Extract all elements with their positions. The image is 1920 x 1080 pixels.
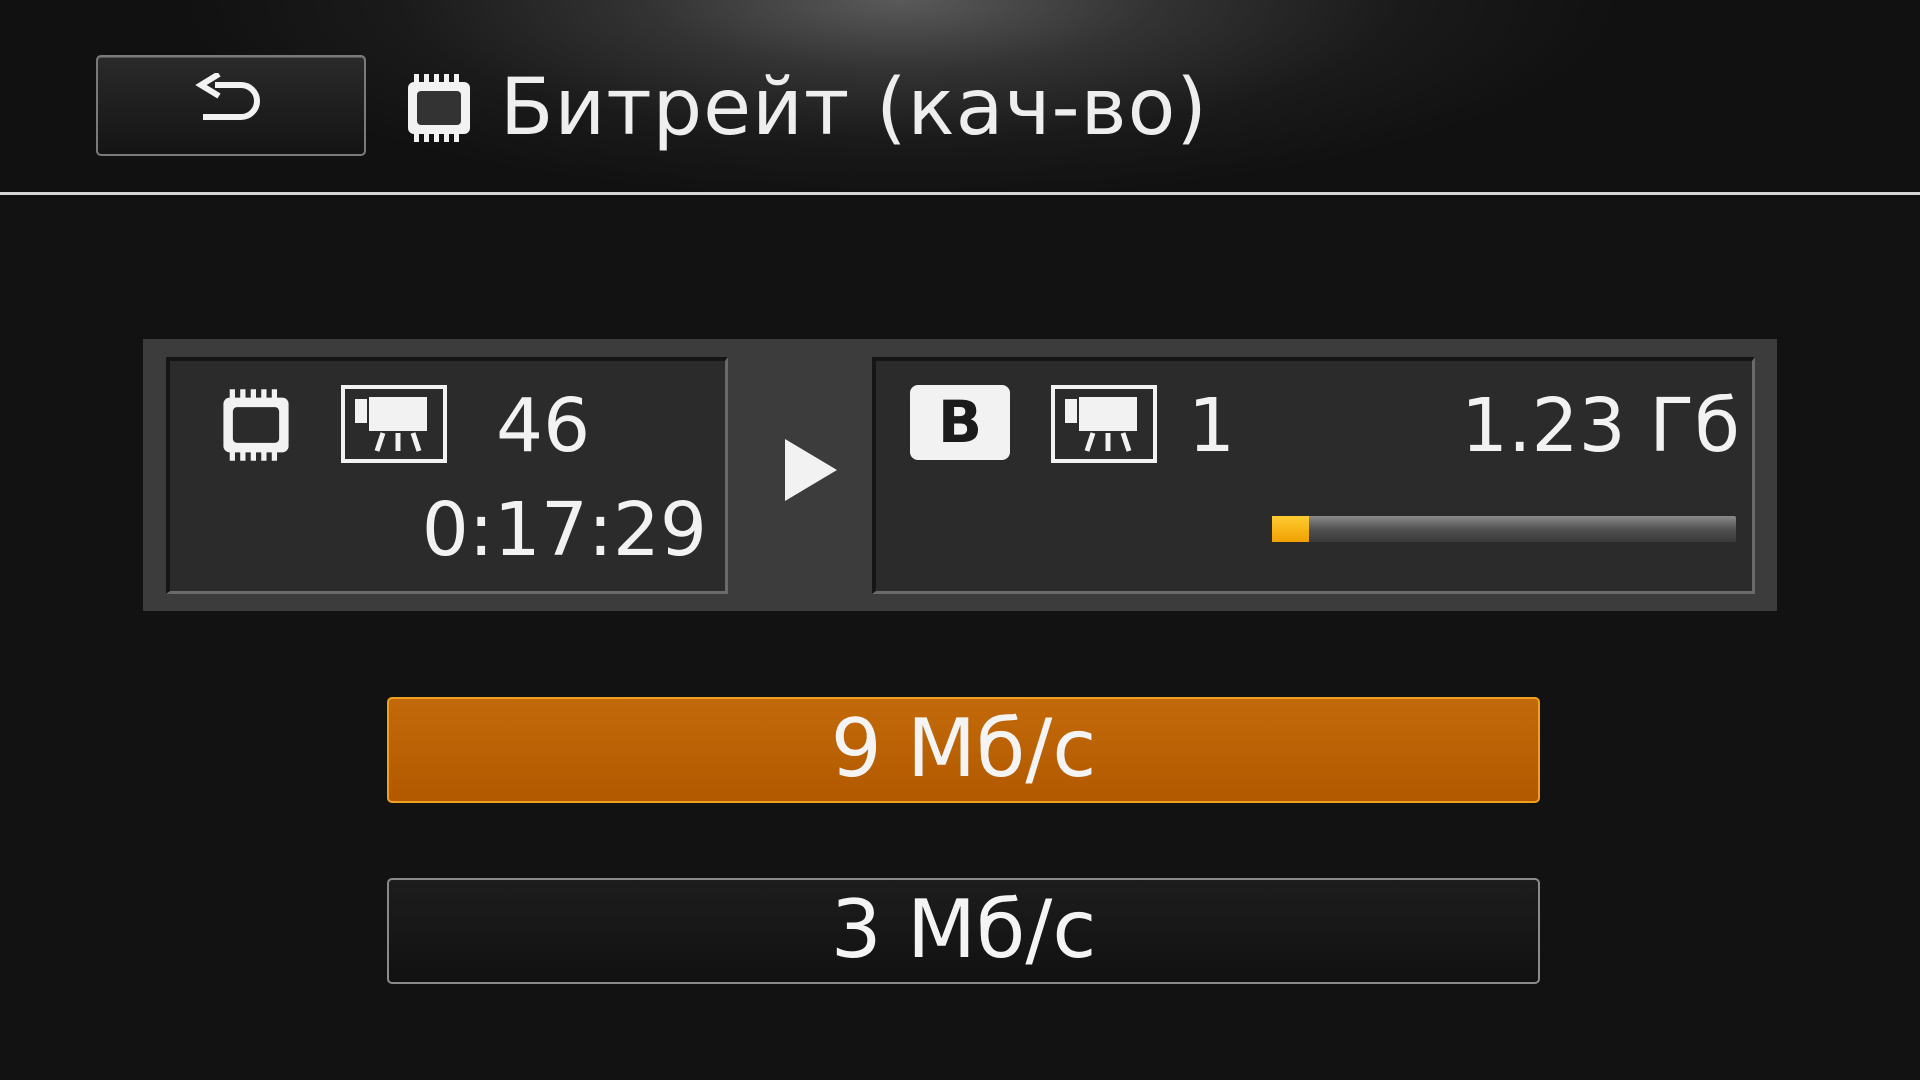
bitrate-option-9[interactable]: 9 Мб/с (387, 697, 1540, 803)
return-arrow-icon (195, 73, 260, 120)
source-duration: 0:17:29 (421, 487, 707, 573)
destination-size: 1.23 Гб (1460, 383, 1740, 469)
source-clip-count: 46 (496, 383, 591, 469)
memory-chip-icon (408, 74, 470, 142)
source-media-box: 46 0:17:29 (166, 357, 728, 594)
destination-media-box: B 1 1.23 Гб (872, 357, 1755, 594)
destination-clip-count: 1 (1188, 383, 1236, 469)
capacity-bar-fill (1272, 516, 1310, 542)
header: Битрейт (кач-во) (0, 0, 1920, 194)
back-button[interactable] (96, 55, 366, 156)
play-arrow-icon (785, 439, 837, 501)
memory-chip-icon (223, 389, 289, 461)
memory-b-icon: B (910, 385, 1010, 460)
page-title: Битрейт (кач-во) (500, 63, 1208, 153)
transfer-panel: 46 0:17:29 B 1 1.23 Гб (143, 339, 1777, 611)
movie-camera-icon (1051, 385, 1157, 463)
capacity-bar (1272, 516, 1736, 542)
screen: Битрейт (кач-во) 46 0:17:29 B 1 1.23 Гб … (0, 0, 1920, 1080)
header-divider (0, 192, 1920, 195)
movie-camera-icon (341, 385, 447, 463)
bitrate-option-3[interactable]: 3 Мб/с (387, 878, 1540, 984)
